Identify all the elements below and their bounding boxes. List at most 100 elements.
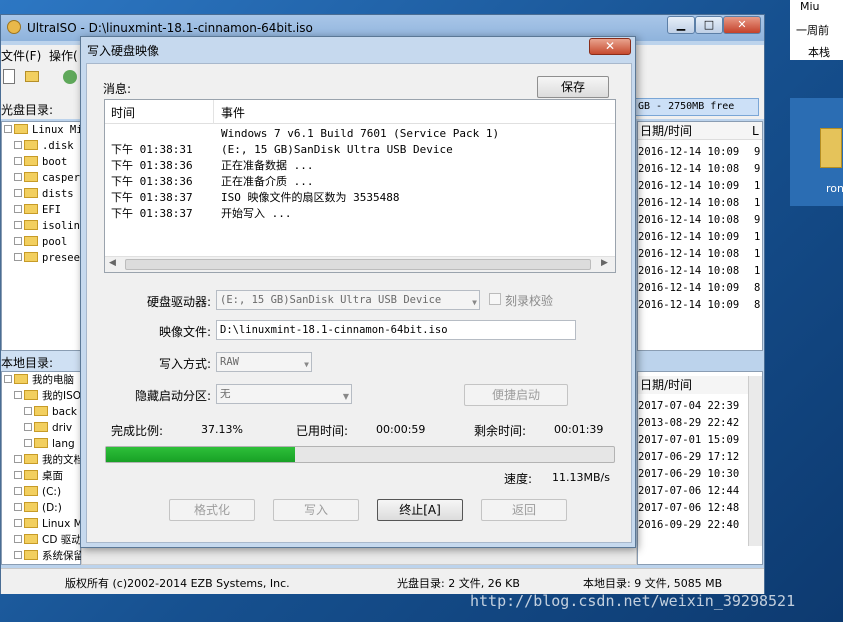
expand-icon[interactable]: [24, 407, 32, 415]
write-button[interactable]: 写入: [273, 499, 359, 521]
log-col-time[interactable]: 时间: [111, 104, 135, 121]
expand-icon[interactable]: [14, 205, 22, 213]
expand-icon[interactable]: [14, 551, 22, 559]
disc-list-row[interactable]: 2016-12-14 10:09 8: [638, 297, 762, 314]
drive-select[interactable]: (E:, 15 GB)SanDisk Ultra USB Device ▼: [216, 290, 480, 310]
disc-list-row[interactable]: 2016-12-14 10:08 1: [638, 195, 762, 212]
local-tree-item[interactable]: back: [2, 404, 80, 420]
menu-file[interactable]: 文件(F): [1, 47, 41, 64]
disc-list-row[interactable]: 2016-12-14 10:08 1: [638, 246, 762, 263]
desktop-item-miu[interactable]: Miu: [800, 0, 820, 13]
new-file-icon[interactable]: [3, 69, 15, 84]
local-tree-item[interactable]: 我的ISO: [2, 388, 81, 404]
row-date: 2016-12-14 10:09: [638, 299, 740, 311]
col-l-header[interactable]: L: [752, 122, 759, 140]
expand-icon[interactable]: [14, 391, 22, 399]
expand-icon[interactable]: [14, 189, 22, 197]
extract-icon[interactable]: [63, 70, 77, 84]
expand-icon[interactable]: [24, 423, 32, 431]
tree-item[interactable]: boot: [2, 154, 80, 170]
expand-icon[interactable]: [14, 157, 22, 165]
watermark-text: http://blog.csdn.net/weixin_39298521: [470, 592, 796, 610]
expand-icon[interactable]: [4, 375, 12, 383]
image-file-input[interactable]: D:\linuxmint-18.1-cinnamon-64bit.iso: [216, 320, 576, 340]
local-tree-item[interactable]: (C:): [2, 484, 80, 500]
disc-list-row[interactable]: 2016-12-14 10:08 9: [638, 161, 762, 178]
local-list-row[interactable]: 2017-07-06 12:44: [638, 483, 739, 500]
expand-icon[interactable]: [4, 125, 12, 133]
local-tree-item[interactable]: 我的文档: [2, 452, 84, 468]
save-log-button[interactable]: 保存: [537, 76, 609, 98]
log-hscrollbar[interactable]: ◀ ▶: [105, 256, 615, 272]
expand-icon[interactable]: [14, 141, 22, 149]
local-list-row[interactable]: 2017-07-06 12:48: [638, 500, 739, 517]
scroll-right-icon[interactable]: ▶: [601, 258, 608, 268]
local-tree-item-label: CD 驱动: [42, 534, 82, 546]
tree-item[interactable]: Linux Mint: [2, 122, 95, 138]
local-list-row[interactable]: 2017-07-01 15:09: [638, 432, 739, 449]
local-tree-item[interactable]: lang: [2, 436, 80, 452]
expand-icon[interactable]: [14, 487, 22, 495]
local-list-row[interactable]: 2013-08-29 22:42: [638, 415, 739, 432]
abort-button[interactable]: 终止[A]: [377, 499, 463, 521]
desktop-folder-tile[interactable]: ron: [790, 98, 843, 206]
disc-list-row[interactable]: 2016-12-14 10:09 9: [638, 144, 762, 161]
tree-item[interactable]: casper: [2, 170, 80, 186]
local-list-row[interactable]: 2017-07-04 22:39: [638, 398, 739, 415]
tree-item[interactable]: .disk: [2, 138, 80, 154]
expand-icon[interactable]: [14, 173, 22, 181]
local-list-row[interactable]: 2017-06-29 17:12: [638, 449, 739, 466]
menu-actions[interactable]: 操作(: [49, 47, 78, 64]
scroll-left-icon[interactable]: ◀: [109, 258, 116, 268]
local-hscrollbar[interactable]: [81, 547, 637, 565]
hidden-partition-select[interactable]: 无 ▼: [216, 384, 352, 404]
tree-item[interactable]: EFI: [2, 202, 80, 218]
expand-icon[interactable]: [14, 221, 22, 229]
write-method-select[interactable]: RAW ▼: [216, 352, 312, 372]
local-tree-item[interactable]: 我的电脑: [2, 372, 80, 388]
expand-icon[interactable]: [14, 237, 22, 245]
expand-icon[interactable]: [14, 535, 22, 543]
local-tree-item[interactable]: 系统保留(G:): [2, 548, 104, 564]
tree-item[interactable]: preseed: [2, 250, 86, 266]
local-tree-item[interactable]: driv: [2, 420, 80, 436]
local-list-row[interactable]: 2017-06-29 10:30: [638, 466, 739, 483]
local-tree-item[interactable]: CD 驱动: [2, 532, 82, 548]
format-button[interactable]: 格式化: [169, 499, 255, 521]
local-list-row[interactable]: 2016-09-29 22:40: [638, 517, 739, 534]
local-list-scrollbar[interactable]: [748, 376, 762, 546]
expand-icon[interactable]: [14, 471, 22, 479]
expand-icon[interactable]: [24, 439, 32, 447]
back-button[interactable]: 返回: [481, 499, 567, 521]
expand-icon[interactable]: [14, 455, 22, 463]
open-folder-icon[interactable]: [25, 71, 39, 82]
tree-item[interactable]: pool: [2, 234, 80, 250]
message-log: 时间 事件 Windows 7 v6.1 Build 7601 (Service…: [104, 99, 616, 273]
dialog-close-button[interactable]: ✕: [589, 38, 631, 55]
local-tree-item[interactable]: (D:): [2, 500, 80, 516]
disc-list-row[interactable]: 2016-12-14 10:08 9: [638, 212, 762, 229]
close-button[interactable]: ✕: [723, 16, 761, 34]
local-col-date-header[interactable]: 日期/时间: [640, 378, 692, 392]
minimize-button[interactable]: ▁: [667, 16, 695, 34]
maximize-button[interactable]: □: [695, 16, 723, 34]
row-date: 2016-12-14 10:09: [638, 146, 740, 158]
expand-icon[interactable]: [14, 503, 22, 511]
log-scroll-thumb[interactable]: [125, 259, 591, 270]
local-tree-item[interactable]: Linux M: [2, 516, 83, 532]
expand-icon[interactable]: [14, 253, 22, 261]
expand-icon[interactable]: [14, 519, 22, 527]
tree-item[interactable]: dists: [2, 186, 80, 202]
log-col-event[interactable]: 事件: [221, 104, 245, 121]
desktop-item-week[interactable]: 一周前: [796, 22, 829, 38]
col-date-header[interactable]: 日期/时间: [640, 124, 692, 138]
disc-list-row[interactable]: 2016-12-14 10:08 1: [638, 263, 762, 280]
quick-boot-button[interactable]: 便捷启动: [464, 384, 568, 406]
desktop-item-ben[interactable]: 本栈: [808, 44, 830, 60]
tree-item[interactable]: isolinu: [2, 218, 86, 234]
disc-list-row[interactable]: 2016-12-14 10:09 8: [638, 280, 762, 297]
local-tree-item[interactable]: 桌面: [2, 468, 80, 484]
disc-list-row[interactable]: 2016-12-14 10:09 1: [638, 229, 762, 246]
verify-checkbox[interactable]: [489, 293, 501, 305]
disc-list-row[interactable]: 2016-12-14 10:09 1: [638, 178, 762, 195]
